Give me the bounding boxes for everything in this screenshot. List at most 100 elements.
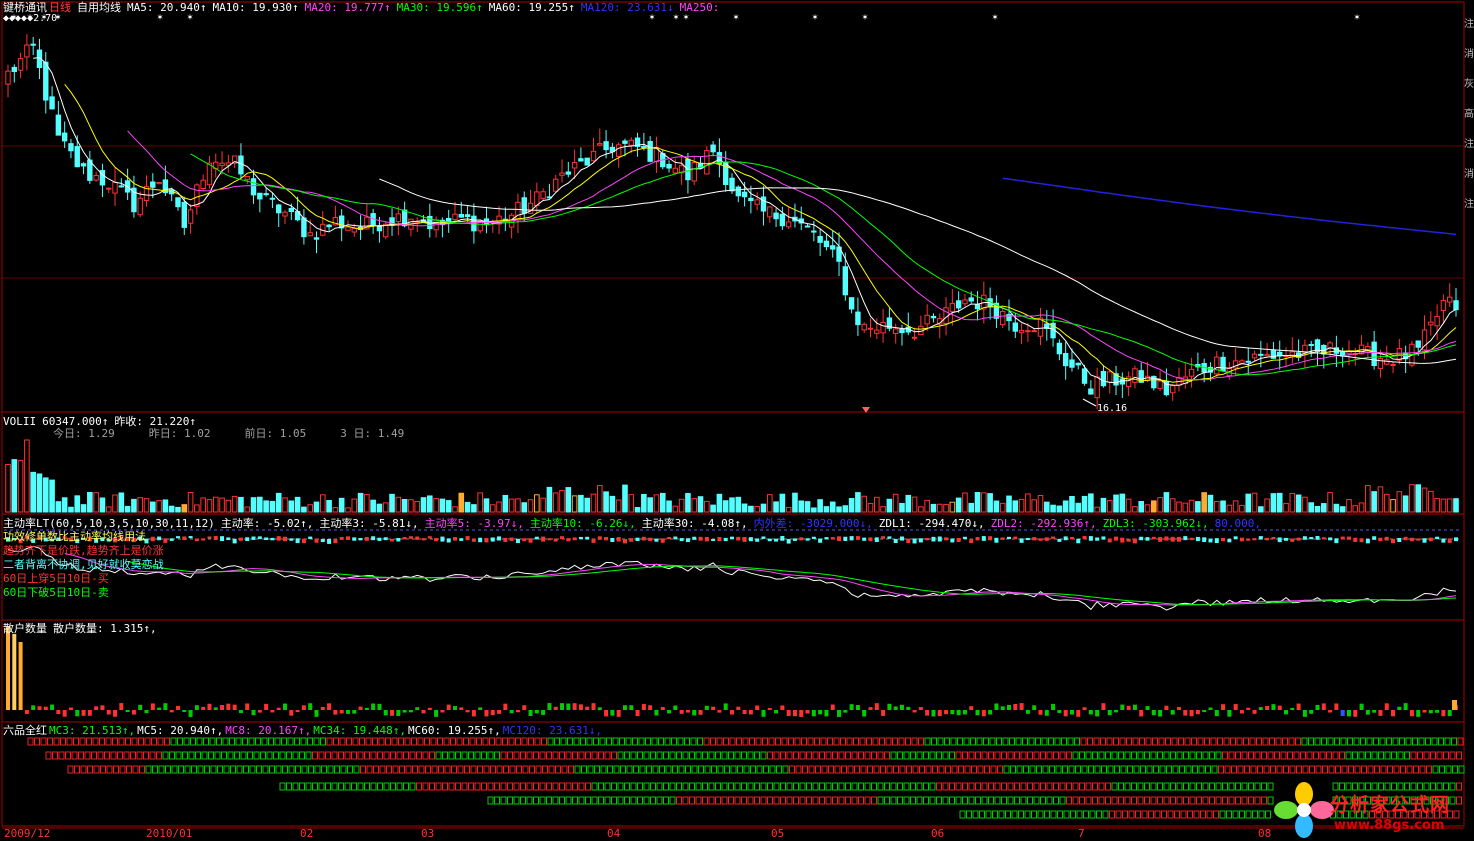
zdl-bar xyxy=(289,538,294,541)
volume-bar xyxy=(187,491,194,513)
volume-bar xyxy=(1037,494,1044,513)
zdl-bar xyxy=(811,536,816,539)
signal-cell xyxy=(884,796,890,805)
candle-body xyxy=(848,297,855,310)
signal-cell xyxy=(429,751,435,760)
volume-bar xyxy=(61,497,68,513)
signal-cell xyxy=(533,751,539,760)
candle-body xyxy=(263,193,269,196)
signal-cell xyxy=(409,751,416,760)
signal-cell xyxy=(1105,796,1111,805)
signal-cell xyxy=(1053,751,1059,760)
volume-bar xyxy=(168,505,175,513)
signal-cell xyxy=(981,796,988,805)
volume-bar xyxy=(1333,503,1340,513)
signal-cell xyxy=(78,751,84,760)
logo-url[interactable]: www.88gs.com xyxy=(1334,818,1444,833)
zdl-bar xyxy=(1120,537,1125,543)
signal-cell xyxy=(190,737,196,746)
candle-body xyxy=(301,217,307,238)
retail-bar xyxy=(660,707,665,710)
signal-cell xyxy=(507,796,513,805)
signal-cell xyxy=(184,765,191,774)
candle-body xyxy=(276,204,282,214)
signal-cell xyxy=(1176,796,1183,805)
signal-cell xyxy=(637,796,643,805)
retail-bar xyxy=(434,710,439,717)
signal-cell xyxy=(1263,765,1270,774)
signal-cell xyxy=(795,765,802,774)
signal-cell xyxy=(357,782,364,791)
volume-bar xyxy=(313,501,320,513)
retail-bar xyxy=(622,705,627,710)
retail-bar xyxy=(1359,703,1364,710)
ma60-value: MA60: 19.255↑ xyxy=(488,1,575,14)
ma60-line xyxy=(379,178,1457,364)
stock-chart-canvas[interactable]: ✶ ✶ ✶ ✶ ✶ ✶ ✶ ✶ ✶ ✶ ✶ ✶ ✶ ✶ xyxy=(0,0,1474,841)
signal-cell xyxy=(1276,765,1283,774)
signal-cell xyxy=(1261,751,1267,760)
signal-cell xyxy=(931,737,937,746)
candle-body xyxy=(250,178,257,196)
signal-cell xyxy=(1258,810,1265,819)
signal-cell xyxy=(1022,737,1028,746)
zdl-bar xyxy=(1095,537,1100,541)
signal-cell xyxy=(208,751,214,760)
zdl-bar xyxy=(339,536,344,540)
signal-cell xyxy=(1257,765,1263,774)
zdl-bar xyxy=(818,538,823,543)
signal-cell xyxy=(1399,737,1405,746)
retail-bar xyxy=(465,710,470,713)
signal-cell xyxy=(1339,751,1345,760)
signal-cell xyxy=(1189,782,1196,791)
retail-bar xyxy=(717,710,722,713)
zdl-bar xyxy=(881,536,886,539)
zdl-bar xyxy=(610,538,615,542)
signal-cell xyxy=(1269,737,1275,746)
signal-cell xyxy=(711,765,717,774)
signal-cell xyxy=(877,782,884,791)
retail-bar xyxy=(1315,704,1320,710)
signal-cell xyxy=(923,782,929,791)
retail-bar xyxy=(824,710,829,717)
signal-cell xyxy=(903,751,910,760)
logo-text[interactable]: 分析家公式网 xyxy=(1330,790,1450,817)
signal-cell xyxy=(776,765,782,774)
signal-cell xyxy=(461,782,468,791)
volume-bar xyxy=(578,494,584,513)
signal-cell xyxy=(581,765,587,774)
volume-bar xyxy=(1125,498,1132,513)
signal-cell xyxy=(897,796,903,805)
signal-cell xyxy=(671,737,677,746)
signal-cell xyxy=(1232,810,1239,819)
signal-cell xyxy=(416,782,422,791)
signal-cell xyxy=(195,751,201,760)
retail-bar xyxy=(1088,710,1093,715)
signal-cell xyxy=(1092,751,1098,760)
signal-cell xyxy=(1001,796,1007,805)
volume-bar xyxy=(855,492,861,513)
volume-bar xyxy=(867,502,874,513)
signal-cell xyxy=(424,737,430,746)
lp-item-5: MC120: 23.631↓, xyxy=(502,724,603,737)
volume-bar xyxy=(609,495,616,513)
signal-cell xyxy=(435,782,442,791)
volume-bar xyxy=(760,503,767,513)
signal-cell xyxy=(578,782,585,791)
volume-bar xyxy=(1264,498,1270,513)
candle-body xyxy=(1012,322,1019,332)
signal-cell xyxy=(574,765,581,774)
signal-cell xyxy=(925,765,932,774)
signal-cell xyxy=(724,765,730,774)
signal-cell xyxy=(936,796,942,805)
signal-cell xyxy=(554,737,560,746)
zdl-bar xyxy=(711,538,716,541)
signal-cell xyxy=(626,765,633,774)
signal-cell xyxy=(710,737,716,746)
signal-cell xyxy=(243,765,249,774)
signal-star-9: ✶ xyxy=(733,12,739,23)
signal-cell xyxy=(1275,737,1282,746)
signal-cell xyxy=(782,765,789,774)
volume-bar xyxy=(307,504,313,513)
signal-cell xyxy=(932,765,938,774)
